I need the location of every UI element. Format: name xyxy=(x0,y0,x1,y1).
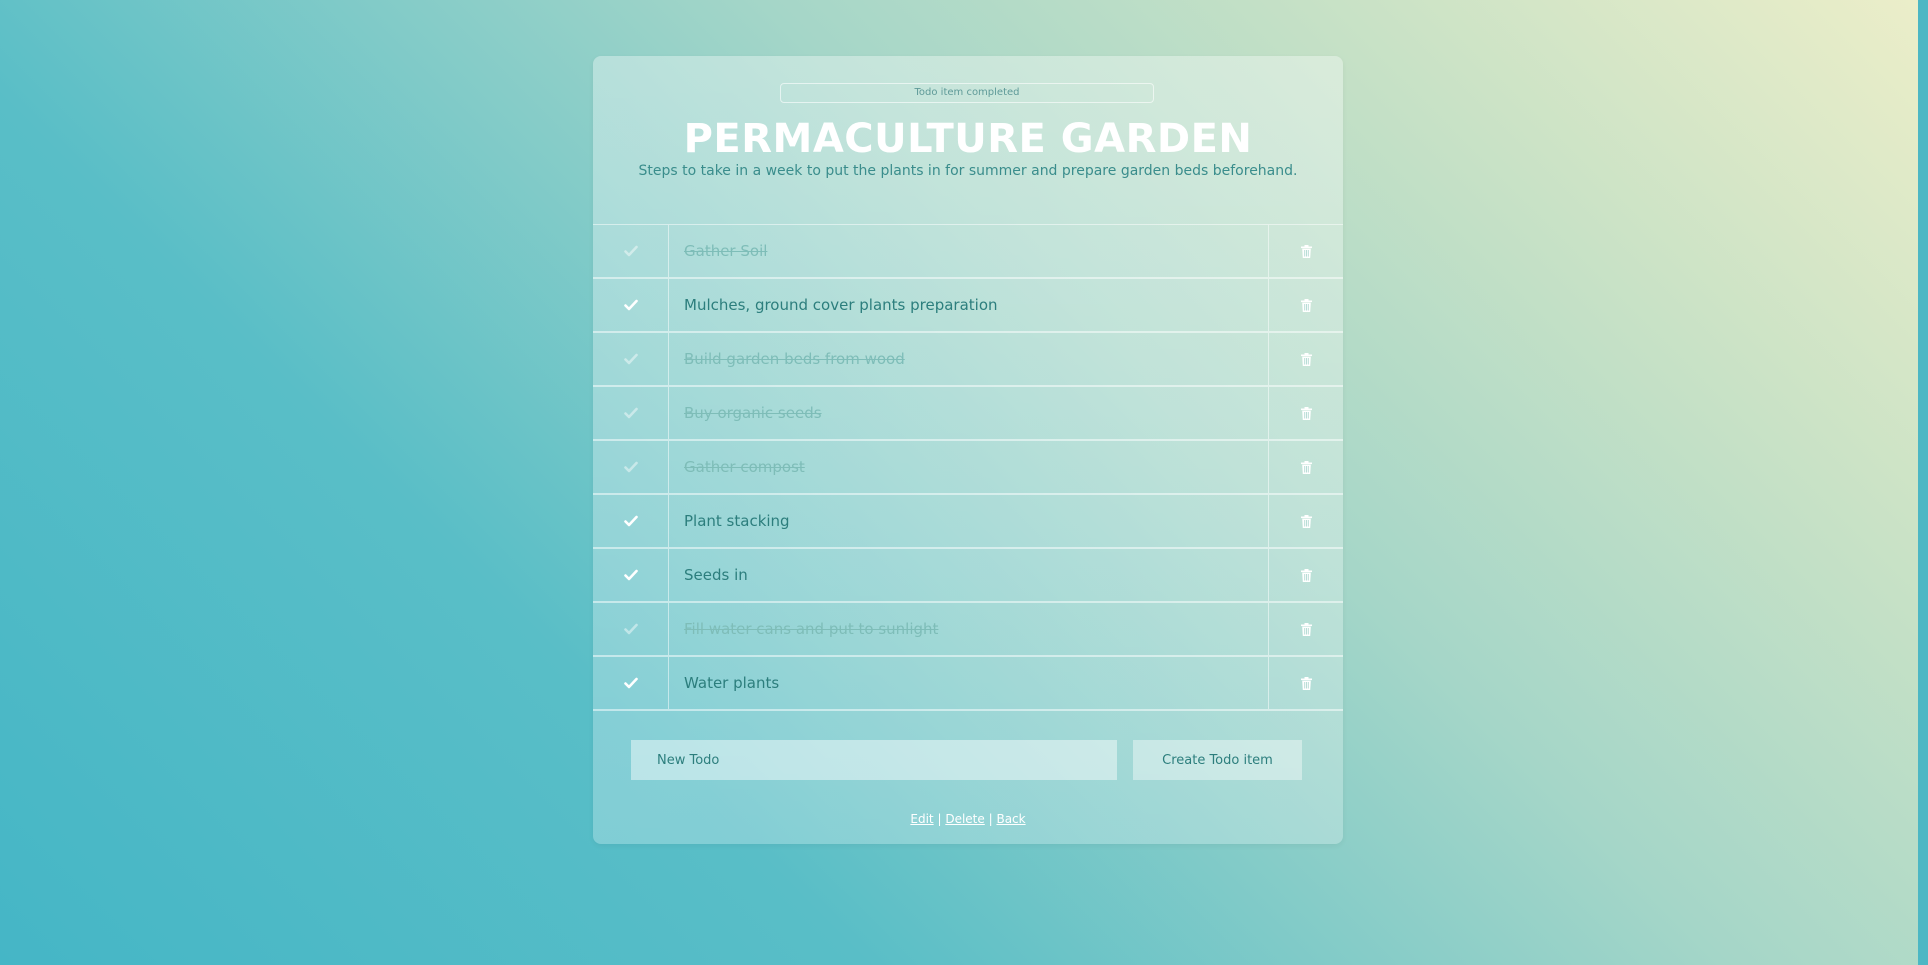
new-todo-input[interactable] xyxy=(631,740,1117,780)
delete-link[interactable]: Delete xyxy=(945,812,984,826)
trash-icon[interactable] xyxy=(1268,603,1343,655)
todo-item: Plant stacking xyxy=(593,495,1343,549)
trash-icon[interactable] xyxy=(1268,441,1343,493)
todo-item-text: Mulches, ground cover plants preparation xyxy=(684,296,998,314)
todo-list-card: Todo item completed PERMACULTURE GARDEN … xyxy=(593,56,1343,844)
todo-list: Gather Soil Mulches, ground cover plants … xyxy=(593,224,1343,711)
check-icon[interactable] xyxy=(593,387,669,439)
footer-separator: | xyxy=(937,812,942,826)
check-icon[interactable] xyxy=(593,549,669,601)
todo-item: Fill water cans and put to sunlight xyxy=(593,603,1343,657)
check-icon[interactable] xyxy=(593,225,669,277)
todo-item-text: Gather Soil xyxy=(684,242,768,260)
todo-item-text: Seeds in xyxy=(684,566,748,584)
todo-item: Build garden beds from wood xyxy=(593,333,1343,387)
footer-separator: | xyxy=(988,812,993,826)
trash-icon[interactable] xyxy=(1268,657,1343,709)
check-icon[interactable] xyxy=(593,657,669,709)
check-icon[interactable] xyxy=(593,441,669,493)
todo-item: Gather compost xyxy=(593,441,1343,495)
list-title: PERMACULTURE GARDEN xyxy=(683,116,1253,162)
todo-item-text: Buy organic seeds xyxy=(684,404,822,422)
todo-item: Mulches, ground cover plants preparation xyxy=(593,279,1343,333)
trash-icon[interactable] xyxy=(1268,225,1343,277)
create-todo-button[interactable]: Create Todo item xyxy=(1133,740,1302,780)
check-icon[interactable] xyxy=(593,279,669,331)
todo-item: Gather Soil xyxy=(593,225,1343,279)
trash-icon[interactable] xyxy=(1268,495,1343,547)
flash-notice: Todo item completed xyxy=(780,83,1154,103)
check-icon[interactable] xyxy=(593,333,669,385)
back-link[interactable]: Back xyxy=(996,812,1025,826)
list-description: Steps to take in a week to put the plant… xyxy=(638,163,1298,179)
todo-item-text: Fill water cans and put to sunlight xyxy=(684,620,939,638)
check-icon[interactable] xyxy=(593,495,669,547)
footer-links: Edit | Delete | Back xyxy=(593,812,1343,826)
trash-icon[interactable] xyxy=(1268,387,1343,439)
trash-icon[interactable] xyxy=(1268,279,1343,331)
page-edge-strip xyxy=(1918,0,1928,965)
trash-icon[interactable] xyxy=(1268,333,1343,385)
todo-item: Seeds in xyxy=(593,549,1343,603)
edit-link[interactable]: Edit xyxy=(910,812,933,826)
todo-item-text: Build garden beds from wood xyxy=(684,350,905,368)
todo-item-text: Water plants xyxy=(684,674,780,692)
todo-item-text: Plant stacking xyxy=(684,512,790,530)
todo-item: Buy organic seeds xyxy=(593,387,1343,441)
trash-icon[interactable] xyxy=(1268,549,1343,601)
todo-item-text: Gather compost xyxy=(684,458,805,476)
check-icon[interactable] xyxy=(593,603,669,655)
todo-item: Water plants xyxy=(593,657,1343,711)
